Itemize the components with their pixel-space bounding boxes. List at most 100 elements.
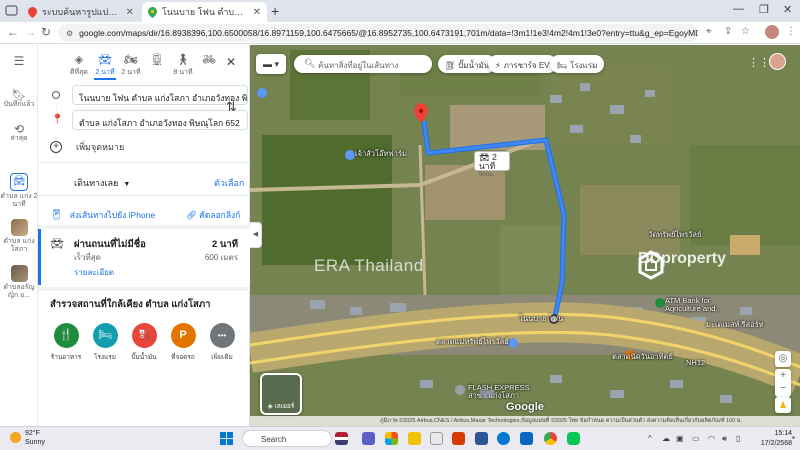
browser-tab-landsmaps[interactable]: ระบบค้นหารูปแปลงที่ดิน (LandsMap ✕ <box>22 2 140 22</box>
tab-search-icon[interactable] <box>5 4 18 17</box>
category-hotels[interactable]: 🛏 โรงแรม <box>88 323 122 362</box>
bike-icon: 🚲︎ <box>202 54 216 66</box>
chrome-icon[interactable] <box>544 432 557 445</box>
menu-button[interactable]: ☰ <box>0 54 38 68</box>
category-restaurants[interactable]: 🍴 ร้านอาหาร <box>49 323 83 362</box>
mode-bike[interactable]: 🚲︎ <box>196 53 222 67</box>
teams-icon[interactable] <box>362 432 375 445</box>
forward-button[interactable]: → <box>24 25 36 39</box>
close-window-icon[interactable]: ✕ <box>783 3 792 16</box>
category-more[interactable]: ••• เพิ่มเติม <box>205 323 239 362</box>
hamburger-menu-icon: ☰ <box>13 54 25 68</box>
maximize-icon[interactable]: ❐ <box>759 3 769 16</box>
hotel-icon: 🛏︎ <box>557 61 568 70</box>
chip-ev[interactable]: ⚡︎ ภารชาร์จ EV <box>488 55 557 73</box>
taskbar-search[interactable]: Search <box>242 430 332 447</box>
new-tab-button[interactable]: + <box>271 3 279 19</box>
rail-recent-place-2[interactable]: ตำบลอรัญญิก อ... <box>0 265 38 300</box>
swap-icon[interactable]: ⇅ <box>226 99 237 115</box>
account-avatar[interactable] <box>769 53 786 70</box>
category-parking[interactable]: P ที่จอดรถ <box>166 323 200 362</box>
share-icon[interactable]: ⇪ <box>724 26 732 37</box>
more-icon: ••• <box>209 323 235 348</box>
flag-app-icon[interactable] <box>335 432 348 445</box>
destination-pin-icon: 📍︎ <box>51 114 64 125</box>
mode-best[interactable]: ◈ ดีที่สุด <box>66 53 92 78</box>
browser-tab-maps[interactable]: โนนบาย โฟน ตำบล แก่งโสภา อำเภอวังทอง ✕ <box>142 2 267 22</box>
poi-marker[interactable] <box>508 338 518 348</box>
tray-icon[interactable]: ☁ <box>662 434 670 443</box>
place-thumbnail <box>10 219 28 236</box>
site-info-icon[interactable]: ⚙ <box>66 29 73 38</box>
route-option[interactable]: 🚘︎ ผ่านถนนที่ไม่มีชื่อ เร็วที่สุด 2 นาที… <box>38 229 250 285</box>
copy-link-button[interactable]: 🔗︎ คัดลอกลิงก์ <box>186 208 240 222</box>
mode-motorcycle[interactable]: 🏍︎ 2 นาที <box>118 53 144 78</box>
weather-temp: 92°F <box>25 430 40 437</box>
add-stop-label: เพิ่มจุดหมาย <box>76 142 125 152</box>
layers-button[interactable]: ◈ เลเยอร์ <box>260 373 302 415</box>
tray-chevron-icon[interactable]: ^ <box>648 434 652 443</box>
my-location-button[interactable]: ◎ <box>775 351 791 367</box>
bookmark-star-icon[interactable]: ☆ <box>741 26 750 37</box>
word-icon[interactable] <box>475 432 488 445</box>
profile-avatar[interactable] <box>765 25 779 39</box>
rail-saved[interactable]: 🔖︎ บันทึกแล้ว <box>0 89 38 109</box>
windows-start-icon[interactable] <box>220 432 233 445</box>
map-menu-button[interactable]: ▬ ▾ <box>256 54 286 74</box>
app-icon[interactable] <box>430 432 443 445</box>
minimize-icon[interactable]: — <box>733 3 744 15</box>
mode-transit[interactable]: 🚆︎ <box>144 53 170 67</box>
edge-icon[interactable] <box>497 432 510 445</box>
taskbar-clock[interactable]: 15:14 17/2/2568 <box>752 429 792 449</box>
copy-label: คัดลอกลิงก์ <box>199 210 241 220</box>
zoom-out-button[interactable]: − <box>780 383 786 394</box>
browser-menu-icon[interactable]: ⋮ <box>786 26 796 37</box>
origin-input[interactable]: โนนบาย โฟน ตำบล แก่งโสภา อำเภอวังทอง พิ <box>72 85 248 105</box>
address-bar[interactable]: ⚙ google.com/maps/dir/16.8938396,100.650… <box>58 24 698 42</box>
back-button[interactable]: ← <box>7 25 19 39</box>
volume-icon[interactable]: 🔊︎ <box>722 434 727 444</box>
close-tab-icon[interactable]: ✕ <box>253 7 261 18</box>
layers-label: ◈ เลเยอร์ <box>267 403 295 410</box>
tray-icon[interactable]: ▭ <box>692 434 700 443</box>
close-directions-button[interactable]: ✕ <box>226 55 236 69</box>
chip-hotel[interactable]: 🛏︎ โรงแรม <box>550 55 605 73</box>
poi-marker[interactable] <box>257 88 267 98</box>
rail-recent[interactable]: ⟲ ล่าสุด <box>0 123 38 143</box>
wifi-icon[interactable]: ◠ <box>708 434 715 443</box>
poi-marker[interactable] <box>655 298 665 308</box>
origin-dot-icon <box>52 91 60 99</box>
battery-icon[interactable]: ▯ <box>736 434 740 443</box>
weather-widget[interactable]: 92°F Sunny <box>10 429 45 447</box>
notifications-icon[interactable]: ▪ <box>792 433 795 442</box>
poi-marker[interactable] <box>345 150 355 160</box>
reload-button[interactable]: ↻ <box>41 25 51 39</box>
rail-recent-route[interactable]: 🚘︎ ตำบล แก่ง 2 นาที <box>0 173 38 209</box>
leave-now-dropdown[interactable]: เดินทางเลย ▼ <box>74 176 130 190</box>
motorcycle-icon: 🏍︎ <box>124 54 138 66</box>
poi-marker[interactable] <box>455 385 465 395</box>
options-button[interactable]: ตัวเลือก <box>214 176 244 190</box>
add-stop-button[interactable]: + เพิ่มจุดหมาย <box>50 140 124 154</box>
route-details-link[interactable]: รายละเอียด <box>74 266 114 279</box>
location-icon[interactable]: ⌖ <box>706 26 712 37</box>
mode-walk[interactable]: 🚶︎ 8 นาที <box>170 53 196 78</box>
file-explorer-icon[interactable] <box>408 432 421 445</box>
collapse-panel-button[interactable]: ◀ <box>250 222 262 248</box>
send-to-phone-button[interactable]: 📱︎ ส่งเส้นทางไปยัง iPhone <box>50 208 155 222</box>
satellite-map[interactable]: ▬ ▾ ค้นหาสิ่งที่อยู่ในเส้นทาง 🔍︎ ⛽︎ ปั๊มน… <box>250 45 800 426</box>
mode-drive[interactable]: 🚘︎ 2 นาที <box>92 53 118 80</box>
tray-icon[interactable]: ▣ <box>676 434 684 443</box>
era-watermark: ERA Thailand <box>314 256 424 275</box>
destination-input[interactable]: ตำบล แก่งโสภา อำเภอวังทอง พิษณุโลก 652 <box>72 110 248 130</box>
category-gas[interactable]: ⛽ ปั๊มน้ำมัน <box>127 323 161 362</box>
eta-callout[interactable]: 🚘︎ 2 นาที 600ม. <box>474 151 510 178</box>
line-icon[interactable] <box>567 432 580 445</box>
store-icon[interactable] <box>520 432 533 445</box>
zoom-in-button[interactable]: + <box>780 370 786 381</box>
rail-recent-place-1[interactable]: ตำบล แก่งโสภา <box>0 219 38 254</box>
office-icon[interactable] <box>452 432 465 445</box>
street-view-pegman[interactable]: ♟ <box>775 397 791 413</box>
close-tab-icon[interactable]: ✕ <box>126 7 134 18</box>
copilot-icon[interactable] <box>385 432 398 445</box>
